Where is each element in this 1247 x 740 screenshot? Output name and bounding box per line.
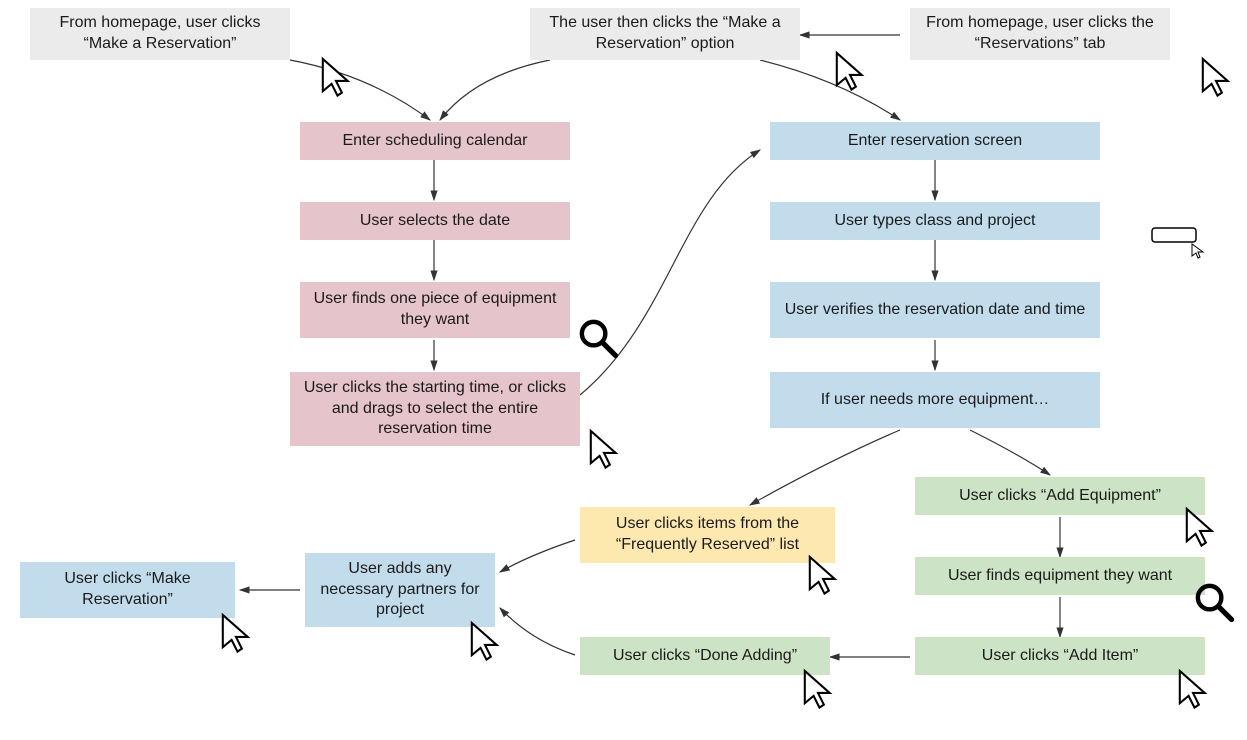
step-enter-calendar: Enter scheduling calendar <box>300 122 570 160</box>
step-label: User clicks items from the “Frequently R… <box>592 514 823 556</box>
step-frequently-reserved: User clicks items from the “Frequently R… <box>580 507 835 563</box>
cursor-icon <box>586 428 622 472</box>
step-label: Enter scheduling calendar <box>342 131 527 152</box>
text-input-icon <box>1150 226 1210 260</box>
step-label: User types class and project <box>835 211 1036 232</box>
step-click-make-reservation-option: The user then clicks the “Make a Reserva… <box>530 8 800 60</box>
step-label: User clicks the starting time, or clicks… <box>302 378 568 440</box>
step-label: From homepage, user clicks the “Reservat… <box>922 13 1158 55</box>
cursor-icon <box>218 612 254 656</box>
step-label: If user needs more equipment… <box>821 390 1050 411</box>
step-label: The user then clicks the “Make a Reserva… <box>542 13 788 55</box>
step-if-more-equipment: If user needs more equipment… <box>770 372 1100 428</box>
step-label: From homepage, user clicks “Make a Reser… <box>42 13 278 55</box>
step-make-reservation: User clicks “Make Reservation” <box>20 562 235 618</box>
step-type-class-project: User types class and project <box>770 202 1100 240</box>
cursor-icon <box>832 50 868 94</box>
step-verify-date-time: User verifies the reservation date and t… <box>770 282 1100 338</box>
cursor-icon <box>318 56 354 100</box>
step-label: User adds any necessary partners for pro… <box>317 559 483 621</box>
step-label: User selects the date <box>360 211 510 232</box>
search-icon <box>576 316 620 360</box>
step-add-equipment: User clicks “Add Equipment” <box>915 477 1205 515</box>
step-select-time: User clicks the starting time, or clicks… <box>290 372 580 446</box>
step-done-adding: User clicks “Done Adding” <box>580 637 830 675</box>
step-label: User clicks “Done Adding” <box>613 646 797 667</box>
step-label: User finds one piece of equipment they w… <box>312 289 558 331</box>
cursor-icon <box>1198 56 1234 100</box>
step-label: User clicks “Add Equipment” <box>959 486 1161 507</box>
connector-layer <box>0 0 1247 740</box>
step-add-item: User clicks “Add Item” <box>915 637 1205 675</box>
step-enter-reservation-screen: Enter reservation screen <box>770 122 1100 160</box>
step-label: User clicks “Make Reservation” <box>32 569 223 611</box>
step-select-date: User selects the date <box>300 202 570 240</box>
step-homepage-make-reservation: From homepage, user clicks “Make a Reser… <box>30 8 290 60</box>
step-label: Enter reservation screen <box>848 131 1022 152</box>
step-add-partners: User adds any necessary partners for pro… <box>305 553 495 627</box>
step-label: User clicks “Add Item” <box>982 646 1138 667</box>
step-label: User finds equipment they want <box>948 566 1172 587</box>
step-find-equipment: User finds one piece of equipment they w… <box>300 282 570 338</box>
step-label: User verifies the reservation date and t… <box>785 300 1086 321</box>
step-homepage-reservations-tab: From homepage, user clicks the “Reservat… <box>910 8 1170 60</box>
step-find-equipment-2: User finds equipment they want <box>915 557 1205 595</box>
